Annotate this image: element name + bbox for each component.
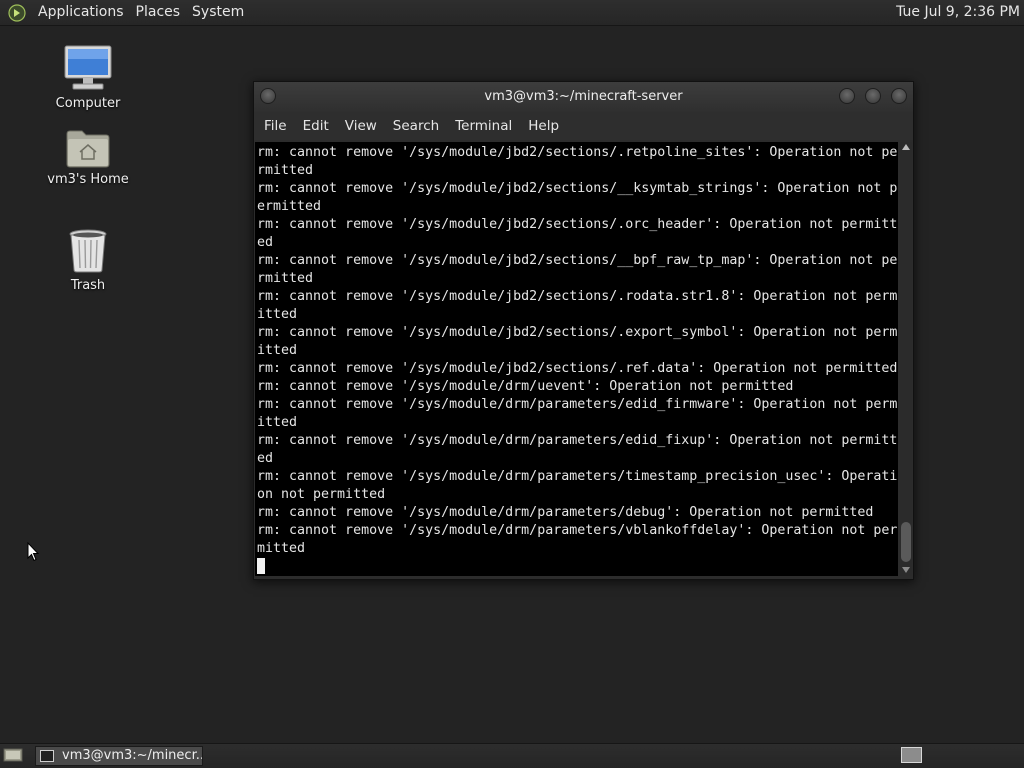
- terminal-icon: [40, 750, 54, 762]
- places-menu[interactable]: Places: [130, 0, 187, 25]
- terminal-line: rm: cannot remove '/sys/module/drm/param…: [257, 469, 898, 484]
- window-titlebar[interactable]: vm3@vm3:~/minecraft-server: [254, 82, 913, 112]
- system-menu[interactable]: System: [186, 0, 250, 25]
- taskbar-button-terminal[interactable]: vm3@vm3:~/minecr...: [35, 746, 203, 766]
- top-panel: Applications Places System Tue Jul 9, 2:…: [0, 0, 1024, 26]
- terminal-line: rm: cannot remove '/sys/module/drm/param…: [257, 523, 898, 538]
- menu-search[interactable]: Search: [387, 118, 445, 134]
- desktop: Applications Places System Tue Jul 9, 2:…: [0, 0, 1024, 768]
- terminal-line: mitted: [257, 541, 306, 556]
- terminal-scrollbar[interactable]: [900, 142, 912, 576]
- clock[interactable]: Tue Jul 9, 2:36 PM: [896, 0, 1020, 25]
- terminal-line: rm: cannot remove '/sys/module/drm/param…: [257, 433, 898, 448]
- scroll-down-icon[interactable]: [902, 567, 910, 573]
- terminal-line: rmitted: [257, 163, 314, 178]
- terminal-line: itted: [257, 415, 298, 430]
- terminal-line: rm: cannot remove '/sys/module/drm/param…: [257, 505, 874, 520]
- desktop-icon-label: Trash: [70, 278, 106, 293]
- menu-help[interactable]: Help: [522, 118, 565, 134]
- workspace-switcher-icon[interactable]: [901, 747, 922, 763]
- terminal-line: itted: [257, 343, 298, 358]
- terminal-line: ermitted: [257, 199, 322, 214]
- maximize-icon[interactable]: [865, 88, 881, 104]
- close-icon[interactable]: [891, 88, 907, 104]
- terminal-line: rm: cannot remove '/sys/module/jbd2/sect…: [257, 253, 898, 268]
- bottom-panel: vm3@vm3:~/minecr...: [0, 743, 1024, 768]
- taskbar-button-label: vm3@vm3:~/minecr...: [62, 748, 203, 763]
- terminal-line: rm: cannot remove '/sys/module/drm/param…: [257, 397, 898, 412]
- menu-edit[interactable]: Edit: [297, 118, 335, 134]
- computer-icon: [64, 45, 112, 90]
- terminal-line: ed: [257, 235, 274, 250]
- desktop-icon-home[interactable]: vm3's Home: [38, 128, 138, 187]
- applications-menu[interactable]: Applications: [32, 0, 130, 25]
- terminal-menubar: File Edit View Search Terminal Help: [254, 112, 913, 140]
- distro-logo-icon[interactable]: [8, 3, 26, 22]
- terminal-line: itted: [257, 307, 298, 322]
- terminal-line: on not permitted: [257, 487, 386, 502]
- trash-icon: [69, 229, 107, 273]
- terminal-line: rm: cannot remove '/sys/module/jbd2/sect…: [257, 361, 898, 376]
- menu-view[interactable]: View: [339, 118, 383, 134]
- show-desktop-icon[interactable]: [3, 747, 23, 763]
- terminal-line: rm: cannot remove '/sys/module/jbd2/sect…: [257, 181, 898, 196]
- terminal-line: rmitted: [257, 271, 314, 286]
- scrollbar-thumb[interactable]: [901, 522, 911, 562]
- desktop-icon-label: vm3's Home: [47, 172, 129, 187]
- terminal-window[interactable]: vm3@vm3:~/minecraft-server File Edit Vie…: [253, 81, 914, 580]
- desktop-icon-trash[interactable]: Trash: [38, 228, 138, 293]
- terminal-text: rm: cannot remove '/sys/module/jbd2/sect…: [255, 142, 898, 576]
- terminal-output[interactable]: rm: cannot remove '/sys/module/jbd2/sect…: [255, 142, 898, 576]
- terminal-line: rm: cannot remove '/sys/module/drm/ueven…: [257, 379, 794, 394]
- terminal-line: rm: cannot remove '/sys/module/jbd2/sect…: [257, 145, 898, 160]
- mouse-pointer-icon: [27, 542, 39, 562]
- menu-terminal[interactable]: Terminal: [449, 118, 518, 134]
- terminal-line: rm: cannot remove '/sys/module/jbd2/sect…: [257, 289, 898, 304]
- terminal-line: rm: cannot remove '/sys/module/jbd2/sect…: [257, 217, 898, 232]
- minimize-icon[interactable]: [839, 88, 855, 104]
- scroll-up-icon[interactable]: [902, 144, 910, 150]
- terminal-line: rm: cannot remove '/sys/module/jbd2/sect…: [257, 325, 898, 340]
- desktop-icon-computer[interactable]: Computer: [38, 44, 138, 111]
- terminal-line: ed: [257, 451, 274, 466]
- home-folder-icon: [66, 130, 110, 168]
- terminal-cursor: [257, 558, 265, 574]
- desktop-icon-label: Computer: [55, 96, 121, 111]
- window-title: vm3@vm3:~/minecraft-server: [484, 89, 683, 104]
- menu-file[interactable]: File: [258, 118, 293, 134]
